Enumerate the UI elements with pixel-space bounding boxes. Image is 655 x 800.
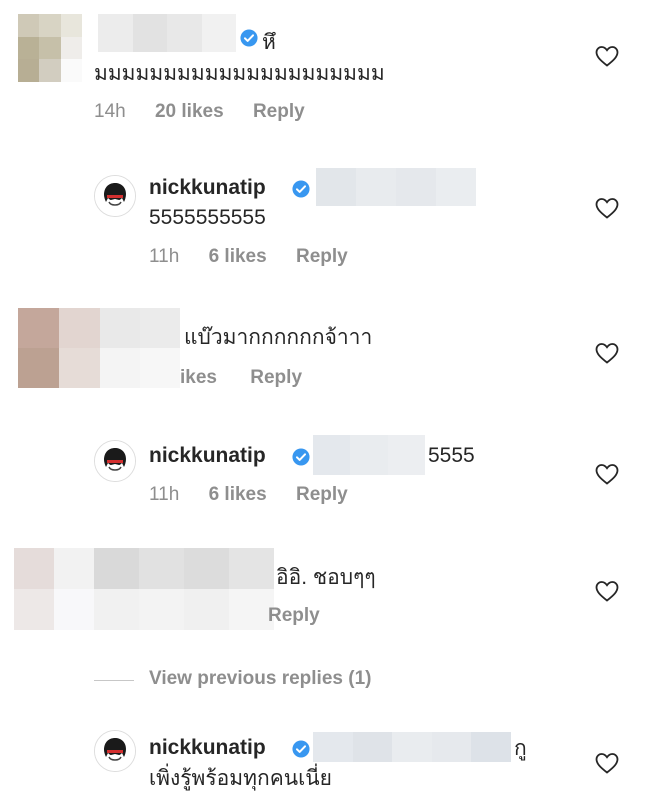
username-link[interactable]: nickkunatip	[149, 176, 266, 200]
comment-meta: Reply	[268, 605, 320, 627]
blurred-username	[94, 548, 274, 630]
like-button[interactable]	[595, 342, 619, 369]
comment-meta: 11h 6 likes Reply	[149, 484, 348, 506]
reply-button[interactable]: Reply	[253, 101, 305, 122]
comment-text: กู	[514, 737, 527, 760]
avatar[interactable]	[94, 730, 136, 772]
blurred-mention	[313, 732, 511, 762]
verified-badge-icon	[292, 448, 310, 466]
comment-text: เพิ่งรู้พร้อมทุกคนเนี่ย	[149, 767, 332, 790]
like-count-button[interactable]: 20 likes	[155, 101, 224, 122]
verified-badge-icon	[292, 740, 310, 758]
reply-button[interactable]: Reply	[268, 605, 320, 626]
comment-time: 14h	[94, 101, 126, 122]
heart-icon	[595, 753, 619, 774]
verified-badge-icon	[240, 29, 258, 47]
reply-button[interactable]: Reply	[296, 484, 348, 505]
divider-line	[94, 680, 134, 681]
heart-icon	[595, 198, 619, 219]
view-previous-replies-button[interactable]: View previous replies (1)	[149, 668, 371, 690]
verified-badge-icon	[292, 180, 310, 198]
comment-text: อิอิ. ชอบๆๆ	[276, 566, 376, 589]
heart-icon	[595, 46, 619, 67]
username-link[interactable]: nickkunatip	[149, 444, 266, 468]
blurred-username	[98, 14, 236, 52]
heart-icon	[595, 581, 619, 602]
avatar[interactable]	[94, 440, 136, 482]
comment-text: 5555555555	[149, 206, 266, 229]
like-button[interactable]	[595, 580, 619, 607]
blurred-avatar	[18, 308, 100, 388]
comment-text: 5555	[428, 444, 475, 467]
comment-text: แบ๊วมากกกกกกจ้าาา	[184, 326, 373, 349]
like-button[interactable]	[595, 752, 619, 779]
blurred-username	[100, 308, 180, 388]
comment-time: 11h	[149, 484, 180, 505]
like-count-button[interactable]: 6 likes	[209, 246, 267, 267]
comment-text: มมมมมมมมมมมมมมมมมมมมม	[94, 62, 385, 85]
reply-button[interactable]: Reply	[250, 367, 302, 388]
avatar[interactable]	[94, 175, 136, 217]
reply-button[interactable]: Reply	[296, 246, 348, 267]
blurred-avatar	[14, 548, 94, 630]
like-button[interactable]	[595, 45, 619, 72]
blurred-mention	[313, 435, 425, 475]
blurred-mention	[316, 168, 476, 206]
comment-meta: 11h 6 likes Reply	[149, 246, 348, 268]
comment-meta: ikes Reply	[180, 367, 302, 389]
comment-time: 11h	[149, 246, 180, 267]
username-link[interactable]: nickkunatip	[149, 736, 266, 760]
comment-meta: 14h 20 likes Reply	[94, 101, 305, 123]
like-button[interactable]	[595, 197, 619, 224]
heart-icon	[595, 343, 619, 364]
like-count-button[interactable]: 6 likes	[209, 484, 267, 505]
blurred-avatar	[18, 14, 82, 82]
like-count-button[interactable]: ikes	[180, 367, 217, 388]
like-button[interactable]	[595, 463, 619, 490]
comment-text: หึ	[262, 31, 276, 54]
heart-icon	[595, 464, 619, 485]
